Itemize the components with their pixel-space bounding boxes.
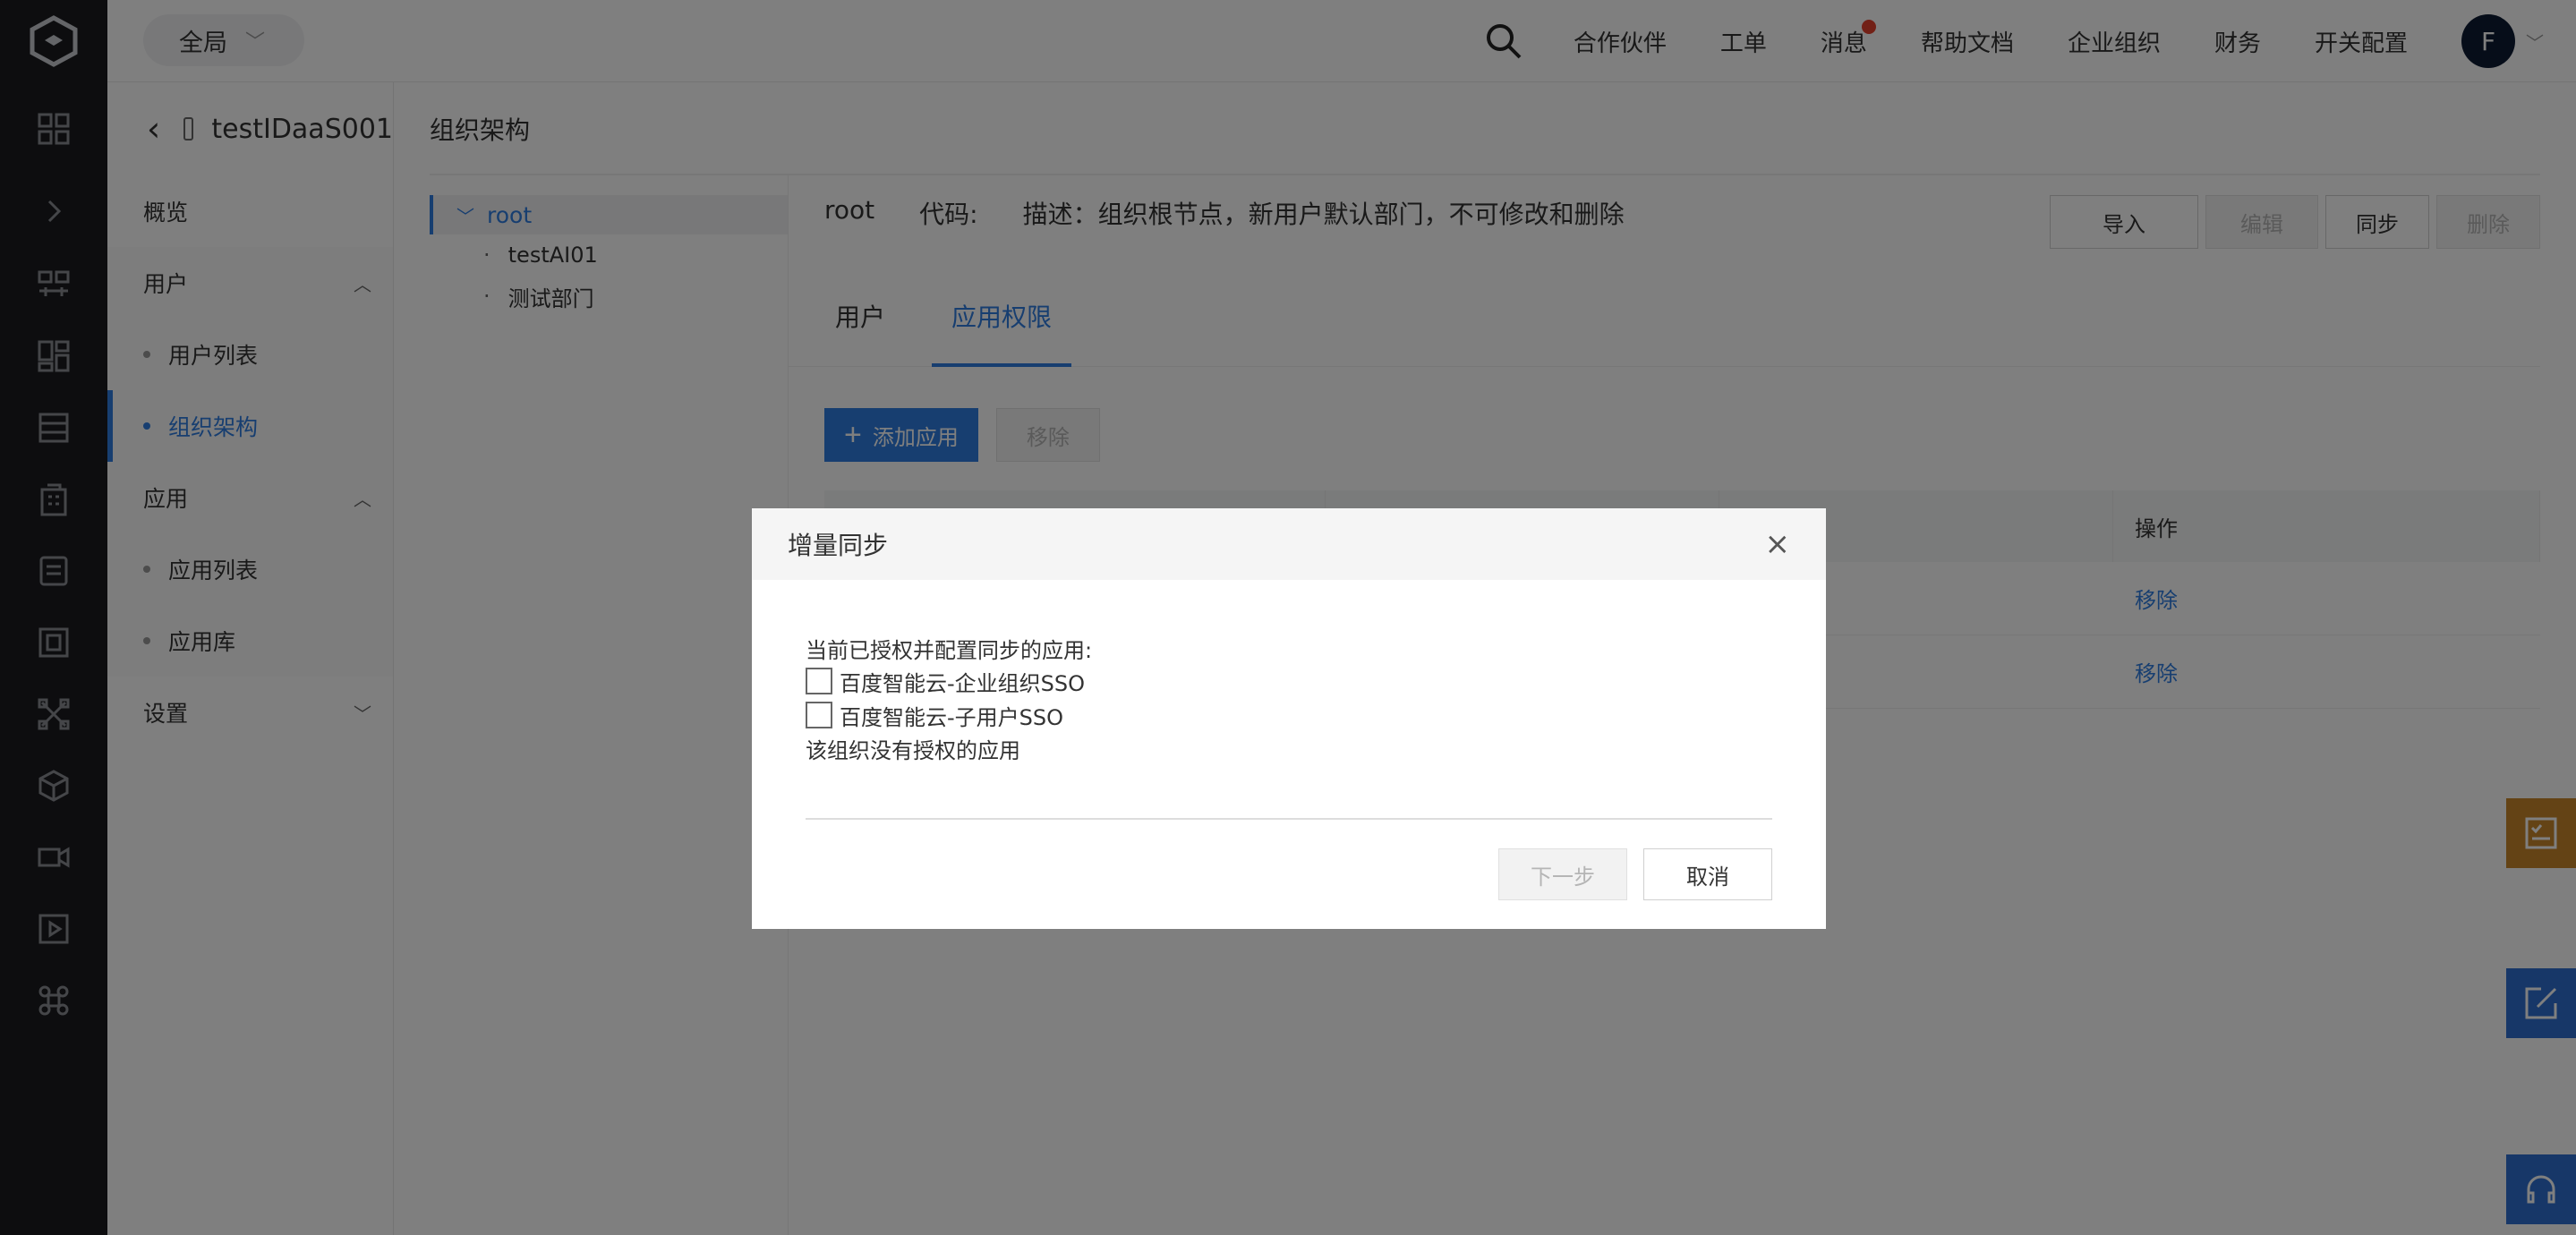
incremental-sync-dialog: 增量同步 × 当前已授权并配置同步的应用: 百度智能云-企业组织SSO 百度智能… xyxy=(752,508,1826,929)
dialog-subtitle: 当前已授权并配置同步的应用: xyxy=(806,637,1093,663)
divider xyxy=(806,818,1772,820)
dialog-body: 当前已授权并配置同步的应用: 百度智能云-企业组织SSO 百度智能云-子用户SS… xyxy=(752,580,1826,764)
checkbox[interactable] xyxy=(806,702,832,728)
dialog-footer: 下一步 取消 xyxy=(1498,848,1772,900)
empty-note: 该组织没有授权的应用 xyxy=(806,737,1020,763)
dialog-header: 增量同步 × xyxy=(752,508,1826,580)
app-option[interactable]: 百度智能云-企业组织SSO xyxy=(806,664,1772,698)
app-option[interactable]: 百度智能云-子用户SSO xyxy=(806,698,1772,732)
next-button[interactable]: 下一步 xyxy=(1498,848,1627,900)
dialog-title: 增量同步 xyxy=(788,531,889,560)
checkbox[interactable] xyxy=(806,668,832,694)
app-option-label: 百度智能云-企业组织SSO xyxy=(840,670,1086,696)
app-option-label: 百度智能云-子用户SSO xyxy=(840,704,1064,730)
cancel-button[interactable]: 取消 xyxy=(1643,848,1772,900)
close-icon[interactable]: × xyxy=(1765,526,1791,562)
